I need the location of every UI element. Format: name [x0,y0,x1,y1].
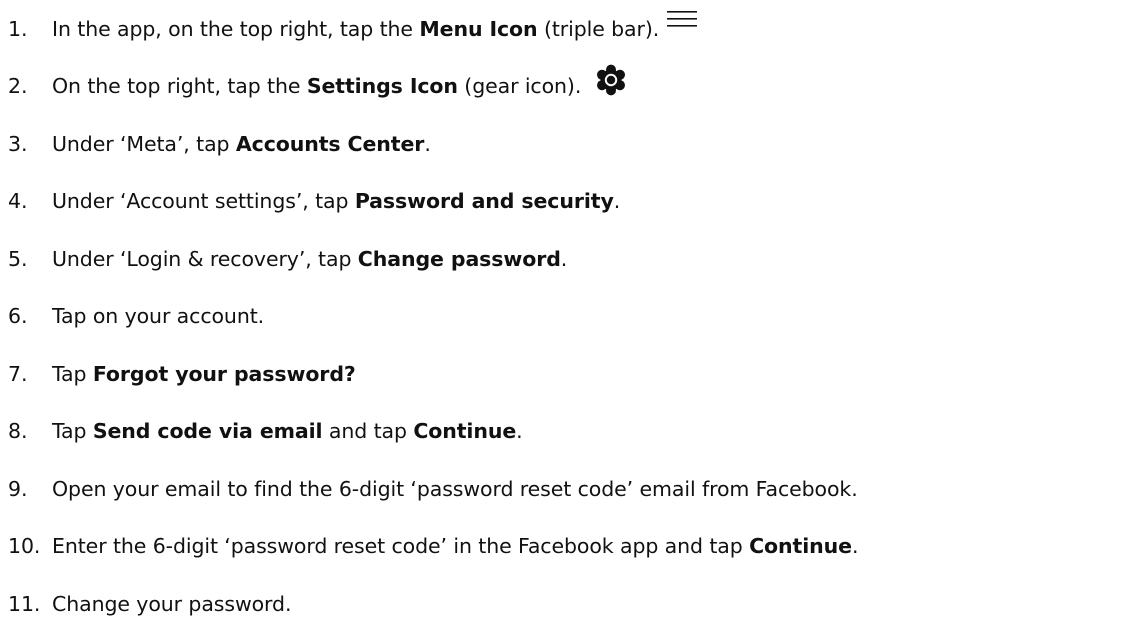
step-number: 9. [8,476,28,501]
step-9: 9. Open your email to find the 6-digit ‘… [8,460,1145,518]
continue-label: Continue [749,534,852,559]
step-text: On the top right, tap the Settings Icon … [52,74,582,99]
step-number: 10. [8,534,41,559]
step-number: 3. [8,131,28,156]
step-number: 5. [8,246,28,271]
step-text: Under ‘Login & recovery’, tap Change pas… [52,246,568,271]
step-number: 1. [8,16,28,41]
step-1: 1. In the app, on the top right, tap the… [8,0,1145,58]
step-10: 10. Enter the 6-digit ‘password reset co… [8,518,1145,576]
step-number: 7. [8,361,28,386]
menu-icon-label: Menu Icon [419,16,538,41]
step-8: 8. Tap Send code via email and tap Conti… [8,403,1145,461]
instruction-list: 1. In the app, on the top right, tap the… [8,0,1145,633]
step-3: 3. Under ‘Meta’, tap Accounts Center. [8,115,1145,173]
step-number: 4. [8,189,28,214]
step-text: Under ‘Account settings’, tap Password a… [52,189,621,214]
step-text: Change your password. [52,591,292,616]
step-text: Tap Send code via email and tap Continue… [52,419,523,444]
step-number: 8. [8,419,28,444]
step-6: 6. Tap on your account. [8,288,1145,346]
continue-label: Continue [413,419,517,444]
settings-icon-label: Settings Icon [306,74,458,99]
step-text: Enter the 6-digit ‘password reset code’ … [52,534,859,559]
step-7: 7. Tap Forgot your password? [8,345,1145,403]
forgot-password-label: Forgot your password? [92,361,356,386]
menu-icon [667,10,698,27]
step-text: Tap on your account. [52,304,265,329]
gear-icon [597,64,626,96]
step-number: 11. [8,591,41,616]
step-2: 2. On the top right, tap the Settings Ic… [8,58,1145,116]
step-text: In the app, on the top right, tap the Me… [52,16,660,41]
send-code-label: Send code via email [92,419,323,444]
step-number: 2. [8,74,28,99]
step-text: Open your email to find the 6-digit ‘pas… [52,476,858,501]
accounts-center-label: Accounts Center [235,131,425,156]
change-password-label: Change password [357,246,561,271]
password-security-label: Password and security [354,189,614,214]
step-text: Tap Forgot your password? [52,361,356,386]
step-text: Under ‘Meta’, tap Accounts Center. [52,131,431,156]
step-4: 4. Under ‘Account settings’, tap Passwor… [8,173,1145,231]
step-5: 5. Under ‘Login & recovery’, tap Change … [8,230,1145,288]
step-number: 6. [8,304,28,329]
step-11: 11. Change your password. [8,575,1145,633]
